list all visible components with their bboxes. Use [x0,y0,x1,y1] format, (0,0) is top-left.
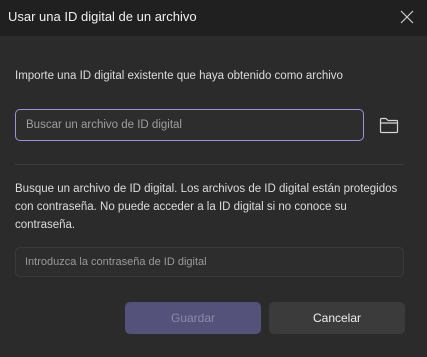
file-search-input[interactable] [15,109,364,141]
close-icon [400,10,414,24]
title-bar: Usar una ID digital de un archivo [0,0,427,36]
folder-icon [379,117,399,133]
section-divider [15,164,404,165]
save-button[interactable]: Guardar [125,302,261,334]
dialog-title: Usar una ID digital de un archivo [8,9,197,24]
digital-id-dialog: Usar una ID digital de un archivo Import… [0,0,427,357]
close-button[interactable] [393,4,421,30]
password-field[interactable] [15,247,404,277]
browse-folder-button[interactable] [376,113,402,137]
cancel-button[interactable]: Cancelar [269,302,405,334]
intro-text: Importe una ID digital existente que hay… [15,70,343,82]
description-text: Busque un archivo de ID digital. Los arc… [15,183,398,231]
